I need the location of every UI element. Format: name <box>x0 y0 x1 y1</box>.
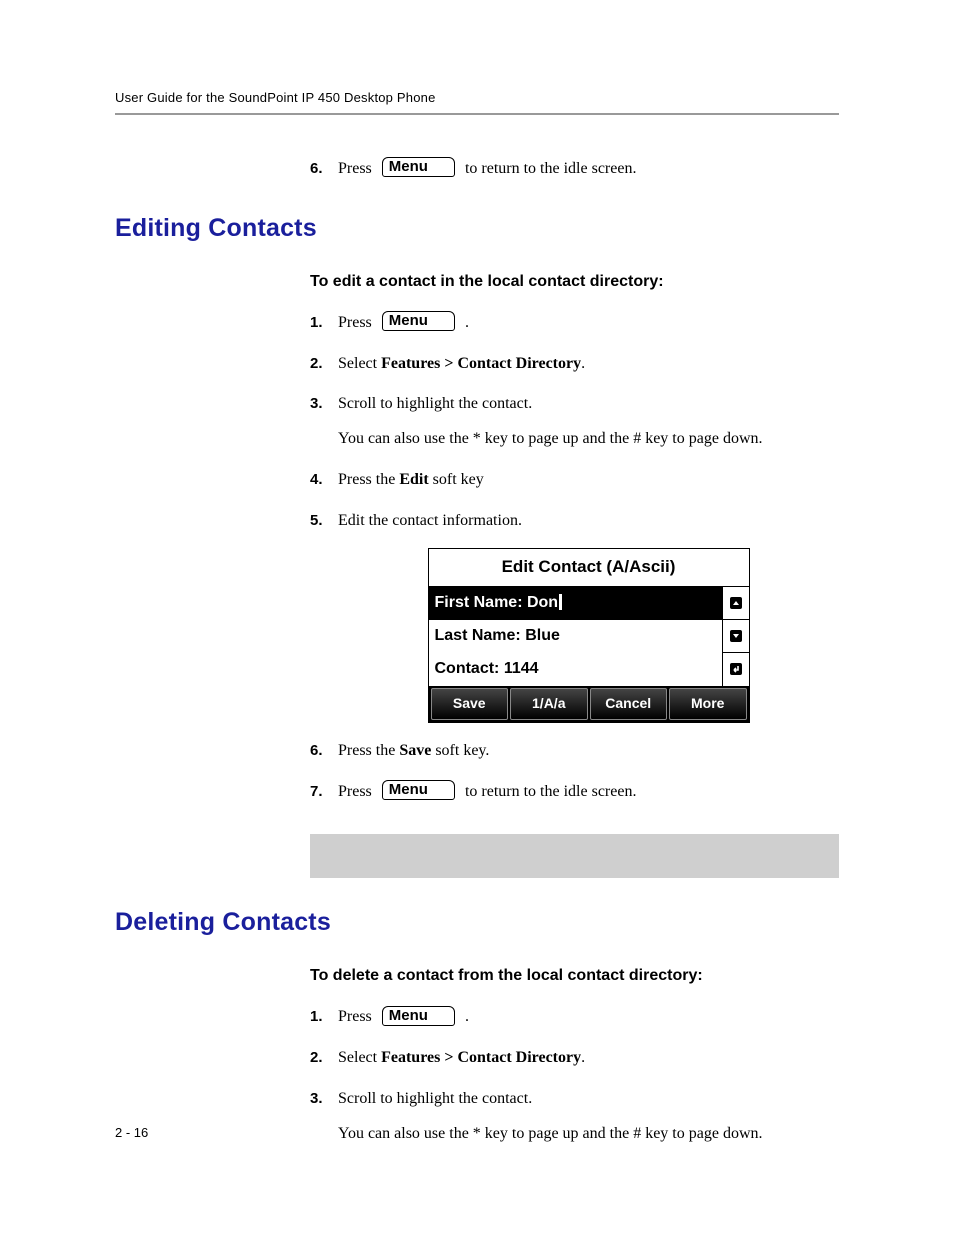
prev-step-6: Press Menu to return to the idle screen. <box>310 155 839 184</box>
heading-editing-contacts: Editing Contacts <box>115 214 839 243</box>
step-bold: Edit <box>399 471 428 488</box>
phone-line-firstname: First Name: Don <box>429 587 722 620</box>
step-bold: Features > Contact Directory <box>381 355 581 372</box>
step-text: . <box>465 314 469 331</box>
step-text: . <box>581 1049 585 1066</box>
delete-intro: To delete a contact from the local conta… <box>310 967 839 985</box>
menu-key-icon: Menu <box>382 780 455 800</box>
softkey-save: Save <box>431 688 509 720</box>
step-text: Press <box>338 1008 376 1025</box>
delete-step-2: Select Features > Contact Directory. <box>310 1044 839 1073</box>
delete-step-3: Scroll to highlight the contact. You can… <box>310 1085 839 1149</box>
phone-screen-illustration: Edit Contact (A/Ascii) First Name: Don L… <box>428 548 750 723</box>
step-text: soft key. <box>431 742 489 759</box>
phone-title: Edit Contact (A/Ascii) <box>429 549 749 588</box>
step-subtext: You can also use the * key to page up an… <box>338 425 839 454</box>
step-text: Scroll to highlight the contact. <box>338 395 532 412</box>
softkey-cancel: Cancel <box>590 688 668 720</box>
step-text: . <box>581 355 585 372</box>
phone-line-label: First Name: <box>435 594 527 611</box>
step-text-press: Press <box>338 160 376 177</box>
running-header: User Guide for the SoundPoint IP 450 Des… <box>115 90 839 115</box>
step-text: . <box>465 1008 469 1025</box>
step-text: Edit the contact information. <box>338 512 522 529</box>
step-text: to return to the idle screen. <box>465 783 637 800</box>
step-subtext: You can also use the * key to page up an… <box>338 1120 839 1149</box>
step-text: Press <box>338 783 376 800</box>
phone-softkey-row: Save 1/A/a Cancel More <box>429 686 749 722</box>
step-bold: Features > Contact Directory <box>381 1049 581 1066</box>
edit-step-2: Select Features > Contact Directory. <box>310 350 839 379</box>
edit-step-7: Press Menu to return to the idle screen. <box>310 778 839 807</box>
prev-section-tail: Press Menu to return to the idle screen. <box>310 155 839 184</box>
step-text: Select <box>338 1049 381 1066</box>
softkey-more: More <box>669 688 747 720</box>
step-text: Press the <box>338 742 399 759</box>
phone-line-lastname: Last Name: Blue <box>429 620 722 653</box>
softkey-mode: 1/A/a <box>510 688 588 720</box>
edit-step-4: Press the Edit soft key <box>310 466 839 495</box>
menu-key-icon: Menu <box>382 157 455 177</box>
step-text: Select <box>338 355 381 372</box>
delete-step-1: Press Menu . <box>310 1003 839 1032</box>
text-cursor <box>559 594 562 610</box>
edit-intro: To edit a contact in the local contact d… <box>310 273 839 291</box>
edit-step-1: Press Menu . <box>310 309 839 338</box>
edit-step-5: Edit the contact information. Edit Conta… <box>310 507 839 723</box>
edit-step-3: Scroll to highlight the contact. You can… <box>310 390 839 454</box>
heading-deleting-contacts: Deleting Contacts <box>115 908 839 937</box>
edit-step-6: Press the Save soft key. <box>310 737 839 766</box>
step-text: soft key <box>429 471 484 488</box>
step-text: Press <box>338 314 376 331</box>
placeholder-block <box>310 834 839 878</box>
menu-key-icon: Menu <box>382 311 455 331</box>
phone-line-value: Don <box>527 594 558 611</box>
page-number: 2 - 16 <box>115 1125 148 1140</box>
step-text-after: to return to the idle screen. <box>465 160 637 177</box>
step-text: Scroll to highlight the contact. <box>338 1090 532 1107</box>
return-icon <box>723 653 749 685</box>
scroll-down-icon <box>723 620 749 653</box>
delete-steps-list: Press Menu . Select Features > Contact D… <box>310 1003 839 1148</box>
scroll-up-icon <box>723 587 749 620</box>
step-bold: Save <box>399 742 431 759</box>
phone-side-icons <box>722 587 749 685</box>
edit-steps-list: Press Menu . Select Features > Contact D… <box>310 309 839 807</box>
menu-key-icon: Menu <box>382 1006 455 1026</box>
step-text: Press the <box>338 471 399 488</box>
phone-line-contact: Contact: 1144 <box>429 653 722 686</box>
